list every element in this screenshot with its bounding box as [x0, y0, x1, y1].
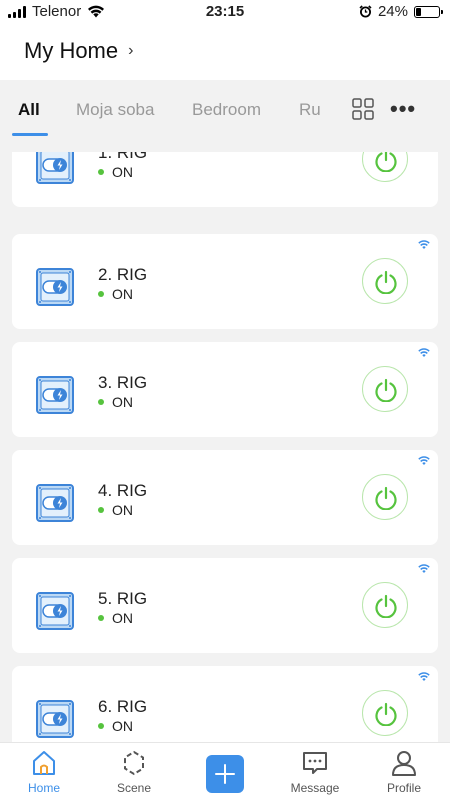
nav-profile[interactable]: Profile	[369, 749, 439, 795]
device-status: ON	[98, 718, 133, 734]
device-status-text: ON	[112, 286, 133, 302]
switch-device-icon	[36, 268, 74, 306]
device-card[interactable]: 4. RIG ON	[12, 450, 438, 545]
battery-percent: 24%	[377, 3, 408, 20]
battery-icon	[414, 5, 443, 18]
nav-scene[interactable]: Scene	[99, 749, 169, 795]
room-tabs: All Moja soba Bedroom Ru	[0, 80, 450, 140]
status-dot	[98, 169, 104, 175]
device-status-text: ON	[112, 718, 133, 734]
grid-icon[interactable]	[352, 98, 374, 120]
home-selector[interactable]: My Home ›	[24, 38, 133, 64]
switch-device-icon	[36, 592, 74, 630]
device-card[interactable]: 5. RIG ON	[12, 558, 438, 653]
device-name: 4. RIG	[98, 481, 148, 500]
status-dot	[98, 399, 104, 405]
power-button[interactable]	[362, 152, 408, 182]
bottom-nav: Home Scene Message Profile	[0, 742, 450, 801]
switch-device-icon	[36, 484, 74, 522]
wifi-icon	[418, 348, 430, 357]
more-icon[interactable]: •••	[390, 96, 416, 122]
power-icon	[375, 270, 397, 294]
device-name: 5. RIG	[98, 589, 148, 608]
device-card[interactable]: 6. RIG ON	[12, 666, 438, 742]
device-status-text: ON	[112, 164, 133, 180]
tab-all[interactable]: All	[18, 100, 40, 120]
power-icon	[375, 486, 397, 510]
power-button[interactable]	[362, 582, 408, 628]
nav-home-label: Home	[27, 781, 60, 795]
nav-home[interactable]: Home	[9, 749, 79, 795]
power-button[interactable]	[362, 690, 408, 736]
power-button[interactable]	[362, 474, 408, 520]
device-status-text: ON	[112, 394, 133, 410]
switch-device-icon	[36, 152, 74, 184]
power-button[interactable]	[362, 258, 408, 304]
device-list[interactable]: 1. RIG ON 2. RIG ON 3. RIG ON 4. RIG ON …	[0, 152, 450, 742]
message-icon	[303, 752, 327, 774]
home-icon	[33, 751, 55, 775]
wifi-icon	[418, 672, 430, 681]
device-card[interactable]: 1. RIG ON	[12, 152, 438, 207]
power-icon	[375, 594, 397, 618]
device-card[interactable]: 2. RIG ON	[12, 234, 438, 329]
device-card[interactable]: 3. RIG ON	[12, 342, 438, 437]
device-status: ON	[98, 610, 133, 626]
scene-icon	[124, 750, 144, 776]
switch-device-icon	[36, 700, 74, 738]
device-name: 1. RIG	[98, 152, 148, 162]
power-icon	[375, 152, 397, 172]
device-status: ON	[98, 286, 133, 302]
tab-bedroom[interactable]: Bedroom	[192, 100, 261, 120]
device-status-text: ON	[112, 502, 133, 518]
device-name: 6. RIG	[98, 697, 148, 716]
tab-moja-soba[interactable]: Moja soba	[76, 100, 154, 120]
tab-ru[interactable]: Ru	[299, 100, 321, 120]
device-name: 2. RIG	[98, 265, 148, 284]
profile-icon	[392, 751, 416, 776]
status-dot	[98, 615, 104, 621]
wifi-icon	[418, 240, 430, 249]
nav-profile-label: Profile	[386, 781, 421, 795]
status-dot	[98, 507, 104, 513]
switch-device-icon	[36, 376, 74, 414]
wifi-icon	[418, 456, 430, 465]
nav-message-label: Message	[290, 781, 340, 795]
nav-message[interactable]: Message	[280, 749, 350, 795]
status-dot	[98, 291, 104, 297]
add-device-button[interactable]	[206, 755, 244, 793]
chevron-right-icon: ›	[128, 42, 134, 59]
power-icon	[375, 378, 397, 402]
status-bar: Telenor 23:15 24%	[0, 0, 450, 24]
wifi-icon	[418, 564, 430, 573]
nav-scene-label: Scene	[116, 781, 152, 795]
power-icon	[375, 702, 397, 726]
home-header: My Home ›	[0, 24, 450, 80]
status-dot	[98, 723, 104, 729]
device-status: ON	[98, 502, 133, 518]
power-button[interactable]	[362, 366, 408, 412]
battery-info: 24%	[359, 3, 443, 20]
device-status: ON	[98, 394, 133, 410]
device-name: 3. RIG	[98, 373, 148, 392]
device-status-text: ON	[112, 610, 133, 626]
device-status: ON	[98, 164, 133, 180]
home-title: My Home	[24, 38, 119, 63]
alarm-icon	[359, 5, 372, 18]
active-tab-indicator	[12, 133, 48, 136]
